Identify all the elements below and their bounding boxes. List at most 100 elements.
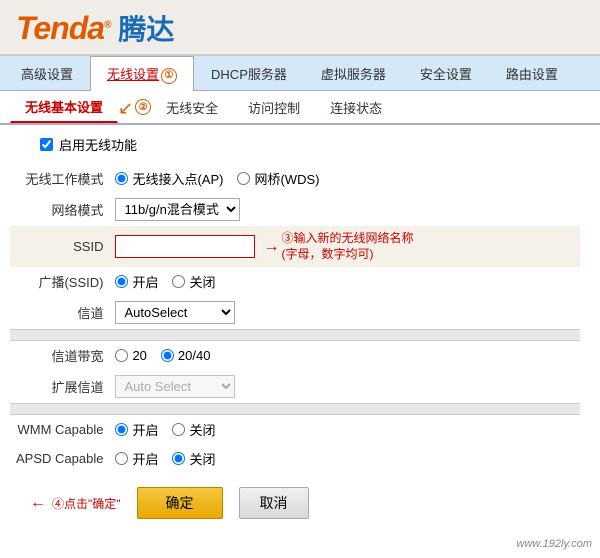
wmm-on-text: 开启	[132, 420, 158, 439]
wireless-mode-row: 无线工作模式 无线接入点(AP) 网桥(WDS)	[10, 164, 580, 193]
wmm-value: 开启 关闭	[109, 415, 580, 445]
apsd-off-text: 关闭	[189, 449, 215, 468]
wmm-label: WMM Capable	[10, 415, 109, 445]
ext-channel-value: Auto Select	[109, 370, 580, 404]
wireless-mode-label: 无线工作模式	[10, 164, 109, 193]
apsd-value: 开启 关闭	[109, 444, 580, 473]
wmm-off-text: 关闭	[189, 420, 215, 439]
channel-value: AutoSelect 1 6 11	[109, 296, 580, 330]
broadcast-label: 广播(SSID)	[10, 267, 109, 296]
channel-select[interactable]: AutoSelect 1 6 11	[115, 301, 235, 324]
apsd-on-label[interactable]: 开启	[115, 449, 158, 468]
ext-channel-select[interactable]: Auto Select	[115, 375, 235, 398]
nav-item-wireless[interactable]: 无线设置①	[90, 56, 194, 91]
broadcast-off-radio[interactable]	[172, 275, 185, 288]
bandwidth-row: 信道带宽 20 20/40	[10, 341, 580, 371]
ssid-value-cell: Tenda_061DC0 → ③输入新的无线网络名称 (字母，数字均可)	[109, 226, 580, 267]
annotation4-arrow: ←	[30, 494, 46, 512]
bottom-annotation: ← ④点击"确定"	[30, 494, 121, 512]
wireless-mode-ap-text: 无线接入点(AP)	[132, 169, 223, 188]
broadcast-off-text: 关闭	[189, 272, 215, 291]
apsd-label: APSD Capable	[10, 444, 109, 473]
apsd-off-radio[interactable]	[172, 452, 185, 465]
enable-wireless-label[interactable]: 启用无线功能	[59, 135, 137, 154]
nav-item-security[interactable]: 安全设置	[403, 56, 489, 90]
sub-nav-basic[interactable]: 无线基本设置	[10, 91, 118, 123]
apsd-row: APSD Capable 开启 关闭	[10, 444, 580, 473]
bandwidth-2040-label[interactable]: 20/40	[161, 348, 211, 363]
ssid-hint: ③输入新的无线网络名称 (字母，数字均可)	[281, 231, 413, 262]
ssid-hint-line2: (字母，数字均可)	[281, 247, 413, 263]
apsd-on-text: 开启	[132, 449, 158, 468]
ssid-arrow: →	[263, 238, 279, 256]
nav-item-virtual[interactable]: 虚拟服务器	[304, 56, 403, 90]
nav-item-dhcp[interactable]: DHCP服务器	[194, 56, 304, 90]
wmm-row: WMM Capable 开启 关闭	[10, 415, 580, 445]
apsd-on-radio[interactable]	[115, 452, 128, 465]
wireless-mode-wds-radio[interactable]	[237, 172, 250, 185]
wmm-on-label[interactable]: 开启	[115, 420, 158, 439]
ext-channel-label: 扩展信道	[10, 370, 109, 404]
apsd-off-label[interactable]: 关闭	[172, 449, 215, 468]
main-content: 启用无线功能 无线工作模式 无线接入点(AP) 网桥(WDS)	[0, 125, 600, 539]
sub-nav-security[interactable]: 无线安全	[151, 92, 233, 123]
sub-nav-basic-label: 无线基本设置	[25, 100, 103, 115]
enable-wireless-row: 启用无线功能	[40, 135, 580, 154]
enable-wireless-checkbox[interactable]	[40, 138, 53, 151]
nav-item-wireless-label: 无线设置	[107, 67, 159, 82]
bandwidth-20-text: 20	[132, 348, 146, 363]
confirm-button[interactable]: 确定	[137, 487, 223, 519]
nav-item-routing[interactable]: 路由设置	[489, 56, 575, 90]
wmm-off-radio[interactable]	[172, 423, 185, 436]
bottom-bar: ← ④点击"确定" 确定 取消	[10, 477, 580, 529]
separator-1	[10, 330, 580, 341]
logo-text: Tenda	[16, 10, 104, 46]
sub-nav: 无线基本设置 ↙ ② 无线安全 访问控制 连接状态	[0, 91, 600, 125]
settings-table: 无线工作模式 无线接入点(AP) 网桥(WDS) 网络模式	[10, 164, 580, 473]
annotation-2: ②	[135, 99, 151, 115]
network-mode-row: 网络模式 11b/g/n混合模式	[10, 193, 580, 226]
ssid-label: SSID	[10, 226, 109, 267]
sub-nav-arrow: ↙	[118, 98, 133, 119]
network-mode-value: 11b/g/n混合模式	[109, 193, 580, 226]
header: Tenda® 腾达	[0, 0, 600, 56]
wireless-mode-ap-label[interactable]: 无线接入点(AP)	[115, 169, 223, 188]
ssid-annotation: → ③输入新的无线网络名称 (字母，数字均可)	[263, 231, 413, 262]
logo-registered: ®	[104, 19, 110, 30]
wireless-mode-wds-label[interactable]: 网桥(WDS)	[237, 169, 319, 188]
broadcast-off-label[interactable]: 关闭	[172, 272, 215, 291]
broadcast-row: 广播(SSID) 开启 关闭	[10, 267, 580, 296]
separator-2	[10, 404, 580, 415]
wmm-off-label[interactable]: 关闭	[172, 420, 215, 439]
ssid-row: SSID Tenda_061DC0 → ③输入新的无线网络名称 (字母，数字均可…	[10, 226, 580, 267]
bandwidth-label: 信道带宽	[10, 341, 109, 371]
wireless-mode-ap-radio[interactable]	[115, 172, 128, 185]
nav-item-advanced[interactable]: 高级设置	[4, 56, 90, 90]
watermark: www.192ly.com	[516, 538, 592, 550]
broadcast-value: 开启 关闭	[109, 267, 580, 296]
cancel-button[interactable]: 取消	[239, 487, 309, 519]
broadcast-on-label[interactable]: 开启	[115, 272, 158, 291]
bandwidth-value: 20 20/40	[109, 341, 580, 371]
ssid-hint-line1: ③输入新的无线网络名称	[281, 231, 413, 247]
sub-nav-status[interactable]: 连接状态	[315, 92, 397, 123]
sub-nav-access[interactable]: 访问控制	[233, 92, 315, 123]
logo-chinese: 腾达	[118, 8, 174, 48]
bandwidth-20-radio[interactable]	[115, 349, 128, 362]
bandwidth-2040-radio[interactable]	[161, 349, 174, 362]
network-mode-label: 网络模式	[10, 193, 109, 226]
annotation-1: ①	[161, 68, 177, 84]
wireless-mode-value: 无线接入点(AP) 网桥(WDS)	[109, 164, 580, 193]
bandwidth-20-label[interactable]: 20	[115, 348, 146, 363]
wmm-on-radio[interactable]	[115, 423, 128, 436]
channel-row: 信道 AutoSelect 1 6 11	[10, 296, 580, 330]
logo-tenda: Tenda®	[16, 10, 110, 47]
ext-channel-row: 扩展信道 Auto Select	[10, 370, 580, 404]
ssid-input[interactable]: Tenda_061DC0	[115, 235, 255, 258]
bandwidth-2040-text: 20/40	[178, 348, 211, 363]
broadcast-on-text: 开启	[132, 272, 158, 291]
channel-label: 信道	[10, 296, 109, 330]
broadcast-on-radio[interactable]	[115, 275, 128, 288]
wireless-mode-wds-text: 网桥(WDS)	[254, 169, 319, 188]
network-mode-select[interactable]: 11b/g/n混合模式	[115, 198, 240, 221]
